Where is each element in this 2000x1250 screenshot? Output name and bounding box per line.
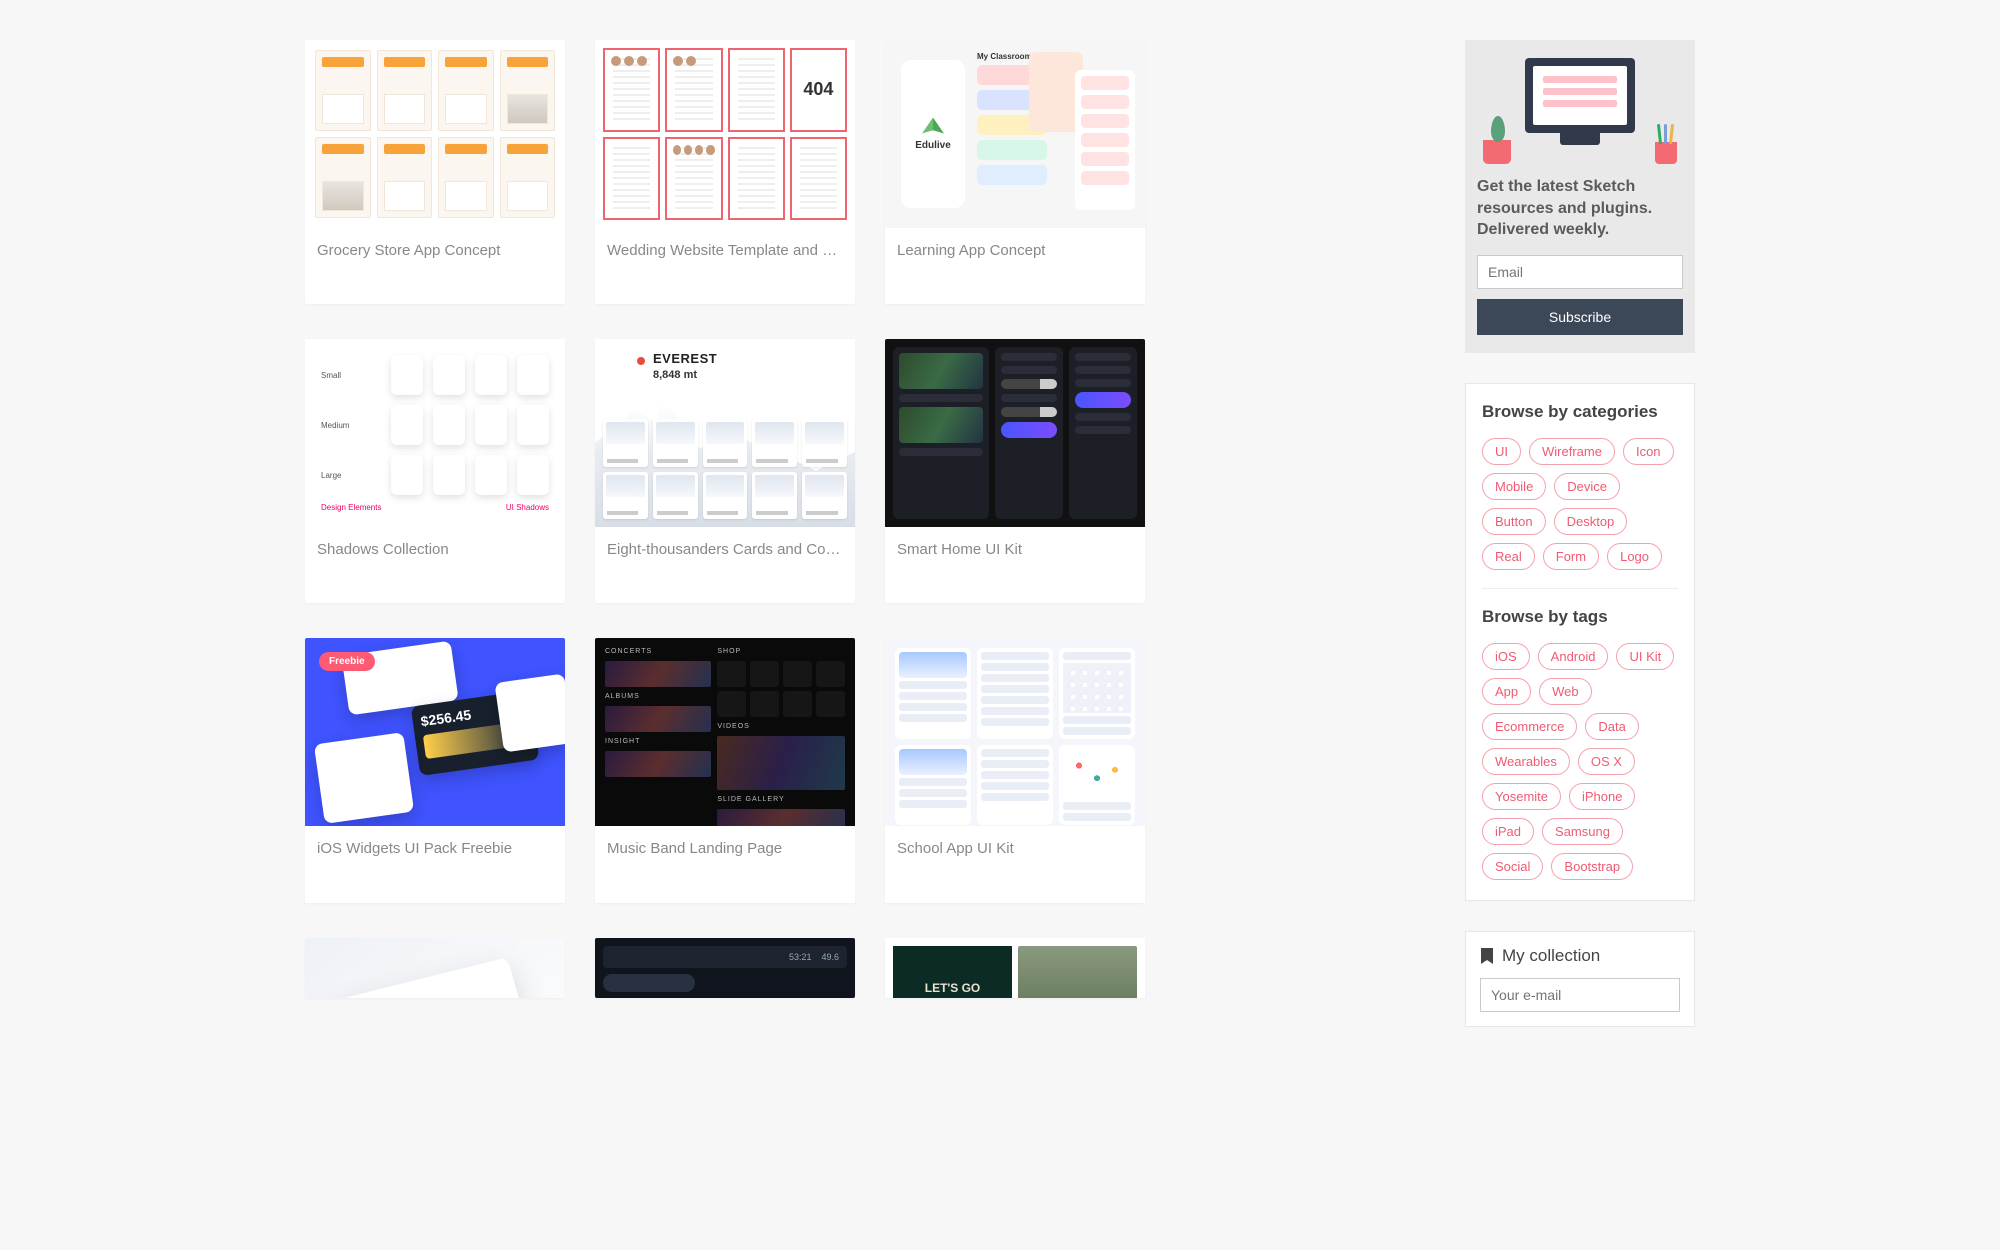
category-tag[interactable]: Button [1482, 508, 1546, 535]
category-tag[interactable]: Real [1482, 543, 1535, 570]
category-tag[interactable]: Form [1543, 543, 1599, 570]
resource-card[interactable]: Wedding Website Template and UI Kit [595, 40, 855, 304]
card-title: School App UI Kit [885, 826, 1145, 873]
category-tag[interactable]: Wireframe [1529, 438, 1615, 465]
resource-card[interactable]: School App UI Kit [885, 638, 1145, 902]
thumbnail: LET'S GO SANS FONT. [885, 938, 1145, 998]
freebie-badge: Freebie [319, 652, 375, 671]
tag[interactable]: Web [1539, 678, 1592, 705]
subscribe-button[interactable]: Subscribe [1477, 299, 1683, 335]
resource-card[interactable] [305, 938, 565, 998]
tag[interactable]: Bootstrap [1551, 853, 1633, 880]
category-tag[interactable]: UI [1482, 438, 1521, 465]
category-tag[interactable]: Desktop [1554, 508, 1628, 535]
resource-card[interactable]: EVEREST 8,848 mt Eight-thousanders Cards… [595, 339, 855, 603]
thumbnail: CONCERTS ALBUMS INSIGHT SHOP VIDEOS SLID… [595, 638, 855, 826]
tag[interactable]: Yosemite [1482, 783, 1561, 810]
card-title: Wedding Website Template and UI Kit [595, 228, 855, 275]
tags-title: Browse by tags [1482, 607, 1678, 627]
category-tag[interactable]: Icon [1623, 438, 1674, 465]
tag[interactable]: Social [1482, 853, 1543, 880]
resource-card[interactable]: Edulive My Classroom Learning App Concep… [885, 40, 1145, 304]
collection-widget: My collection [1465, 931, 1695, 1027]
card-title: Eight-thousanders Cards and Concept [595, 527, 855, 574]
tag[interactable]: Wearables [1482, 748, 1570, 775]
resource-card[interactable]: Freebie $256.45 iOS Widgets UI Pack Free… [305, 638, 565, 902]
resource-card[interactable]: 53:2149.6 [595, 938, 855, 998]
card-title: Music Band Landing Page [595, 826, 855, 873]
resource-card[interactable]: Grocery Store App Concept [305, 40, 565, 304]
subscribe-illustration [1477, 54, 1683, 164]
category-tag[interactable]: Mobile [1482, 473, 1546, 500]
category-tag[interactable]: Device [1554, 473, 1620, 500]
thumbnail: EVEREST 8,848 mt [595, 339, 855, 527]
card-title: Grocery Store App Concept [305, 228, 565, 275]
collection-title: My collection [1502, 946, 1600, 966]
resource-card[interactable]: Smart Home UI Kit [885, 339, 1145, 603]
category-list: UI Wireframe Icon Mobile Device Button Desktop… [1482, 438, 1678, 570]
card-title: Learning App Concept [885, 228, 1145, 275]
tag[interactable]: Android [1538, 643, 1609, 670]
tag[interactable]: Ecommerce [1482, 713, 1577, 740]
tag[interactable]: Data [1585, 713, 1638, 740]
resource-card[interactable]: LET'S GO SANS FONT. [885, 938, 1145, 998]
thumbnail: 53:2149.6 [595, 938, 855, 998]
bookmark-icon [1480, 947, 1494, 965]
tag[interactable]: OS X [1578, 748, 1635, 775]
tag[interactable]: App [1482, 678, 1531, 705]
browse-widget: Browse by categories UI Wireframe Icon Mobi… [1465, 383, 1695, 901]
thumbnail [305, 938, 565, 998]
tag[interactable]: iPad [1482, 818, 1534, 845]
tag[interactable]: Samsung [1542, 818, 1623, 845]
card-title: iOS Widgets UI Pack Freebie [305, 826, 565, 873]
sidebar: Get the latest Sketch resources and plug… [1465, 40, 1695, 1027]
thumbnail [885, 339, 1145, 527]
categories-title: Browse by categories [1482, 402, 1678, 422]
tag-list: iOS Android UI Kit App Web Ecommerce Data Weara… [1482, 643, 1678, 880]
subscribe-text: Get the latest Sketch resources and plug… [1477, 176, 1683, 241]
card-title: Smart Home UI Kit [885, 527, 1145, 574]
subscribe-email-input[interactable] [1477, 255, 1683, 289]
thumbnail: Edulive My Classroom [885, 40, 1145, 228]
card-title: Shadows Collection [305, 527, 565, 574]
tag[interactable]: iPhone [1569, 783, 1635, 810]
resource-card[interactable]: Small Medium Large Design ElementsUI Sha… [305, 339, 565, 603]
resource-card[interactable]: CONCERTS ALBUMS INSIGHT SHOP VIDEOS SLID… [595, 638, 855, 902]
collection-email-input[interactable] [1480, 978, 1680, 1012]
divider [1482, 588, 1678, 589]
thumbnail [305, 40, 565, 228]
subscribe-widget: Get the latest Sketch resources and plug… [1465, 40, 1695, 353]
resource-grid: Grocery Store App Concept Wedding Websit… [305, 40, 1405, 1027]
thumbnail [885, 638, 1145, 826]
thumbnail: Freebie $256.45 [305, 638, 565, 826]
tag[interactable]: iOS [1482, 643, 1530, 670]
category-tag[interactable]: Logo [1607, 543, 1662, 570]
tag[interactable]: UI Kit [1616, 643, 1674, 670]
thumbnail: Small Medium Large Design ElementsUI Sha… [305, 339, 565, 527]
thumbnail [595, 40, 855, 228]
